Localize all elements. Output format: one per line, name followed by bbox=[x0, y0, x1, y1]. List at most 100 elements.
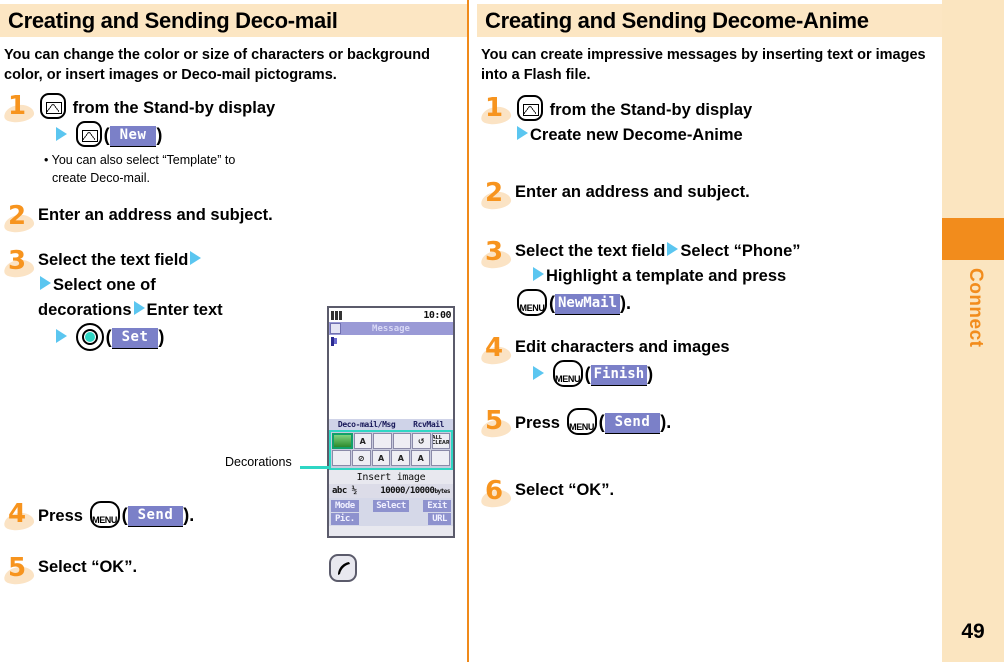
left-step-2: 2 Enter an address and subject. bbox=[0, 201, 467, 235]
right-step-4-body: Edit characters and images MENU(Finish) bbox=[515, 335, 942, 388]
palette-scroll-right-cell[interactable]: A bbox=[411, 450, 431, 466]
step-number-digit: 2 bbox=[8, 201, 27, 231]
left-step-1: 1 from the Stand-by display (New) • You … bbox=[0, 91, 467, 187]
right-step-2-body: Enter an address and subject. bbox=[515, 180, 942, 205]
decorations-callout-label: Decorations bbox=[225, 455, 292, 469]
phone-byte-count: 10000/10000 bbox=[380, 486, 435, 496]
left-heading: Creating and Sending Deco-mail bbox=[8, 7, 338, 33]
step-3-line-2: Select one of bbox=[53, 276, 156, 294]
softkey-chip-finish[interactable]: Finish bbox=[590, 365, 648, 386]
phone-text-canvas[interactable] bbox=[329, 335, 453, 419]
palette-font-color-cell[interactable]: A bbox=[353, 433, 372, 449]
phone-byte-unit: bytes bbox=[434, 488, 450, 495]
step-3-line-1: Select the text field bbox=[38, 251, 189, 269]
right-step-1: 1 from the Stand-by display Create new D… bbox=[477, 93, 942, 148]
softkey-select[interactable]: Select bbox=[373, 499, 409, 512]
left-step-5-body: Select “OK”. bbox=[38, 555, 467, 580]
phone-status-bar: 10:00 bbox=[329, 308, 453, 322]
text-cursor-secondary bbox=[334, 338, 337, 344]
palette-no-blink-cell[interactable]: ⊘ bbox=[351, 450, 371, 466]
mail-key-icon[interactable] bbox=[40, 93, 66, 119]
palette-scroll-left-cell[interactable]: A bbox=[391, 450, 411, 466]
step-number-badge: 5 bbox=[2, 553, 38, 587]
right-step-3-line-2: Highlight a template and press bbox=[546, 267, 787, 285]
right-step-4-line-1: Edit characters and images bbox=[515, 338, 730, 356]
palette-row-2: ⊘ A A A bbox=[332, 450, 450, 466]
step-number-digit: 4 bbox=[8, 499, 27, 529]
right-step-3-body: Select the text field Select “Phone” High… bbox=[515, 239, 942, 317]
phone-mode-left: Deco-mail/Msg bbox=[337, 420, 396, 429]
softkey-url[interactable]: URL bbox=[428, 512, 451, 525]
left-section-header: Creating and Sending Deco-mail bbox=[0, 4, 467, 37]
step-number-badge: 6 bbox=[479, 476, 515, 510]
center-select-key-icon[interactable] bbox=[75, 323, 104, 351]
right-heading: Creating and Sending Decome-Anime bbox=[485, 7, 869, 33]
column-divider bbox=[467, 0, 469, 662]
phone-softkey-row-2: Pic. URL bbox=[329, 512, 453, 525]
left-column: Creating and Sending Deco-mail You can c… bbox=[0, 0, 467, 662]
step-3-line-3a: decorations bbox=[38, 301, 132, 319]
palette-insert-image-cell[interactable] bbox=[332, 433, 353, 449]
page-number: 49 bbox=[961, 620, 985, 643]
chapter-sidebar: Connect 49 bbox=[942, 0, 1004, 662]
palette-undo-cell[interactable]: ↺ bbox=[412, 433, 431, 449]
step-number-digit: 6 bbox=[485, 476, 504, 506]
right-step-1-text: from the Stand-by display bbox=[549, 101, 753, 119]
step-3-line-3b: Enter text bbox=[146, 301, 223, 319]
right-step-6: 6 Select “OK”. bbox=[477, 476, 942, 510]
left-step-5: 5 Select “OK”. bbox=[0, 553, 467, 587]
phone-screen-mockup: 10:00 Message Deco-mail/Msg RcvMail A ↺ … bbox=[327, 306, 455, 538]
right-section-header: Creating and Sending Decome-Anime bbox=[477, 4, 942, 37]
phone-softkey-row-1: Mode Select Exit bbox=[329, 499, 453, 512]
note-line-2: create Deco-mail. bbox=[52, 171, 150, 185]
right-step-3: 3 Select the text field Select “Phone” Hi… bbox=[477, 237, 942, 317]
right-step-2: 2 Enter an address and subject. bbox=[477, 178, 942, 212]
decoration-palette[interactable]: A ↺ ALL CLEAR ⊘ A A A bbox=[329, 430, 453, 470]
right-step-5-body: Press MENU(Send). bbox=[515, 408, 942, 436]
palette-all-clear-cell[interactable]: ALL CLEAR bbox=[431, 433, 450, 449]
blue-triangle-arrow-icon bbox=[133, 301, 145, 315]
sidebar-chapter-label: Connect bbox=[965, 268, 986, 348]
phone-input-mode: abc ½ bbox=[332, 486, 357, 496]
blue-triangle-arrow-icon bbox=[533, 267, 544, 281]
softkey-pic[interactable]: Pic. bbox=[331, 512, 359, 525]
right-step-3-line-1b: Select “Phone” bbox=[680, 242, 801, 260]
step-number-badge: 1 bbox=[479, 93, 515, 127]
right-step-1-line-2: Create new Decome-Anime bbox=[530, 126, 743, 144]
right-step-5-prefix: Press bbox=[515, 414, 560, 432]
menu-key-icon[interactable]: MENU bbox=[517, 289, 547, 316]
right-step-4: 4 Edit characters and images MENU(Finish… bbox=[477, 333, 942, 388]
palette-background-color-cell[interactable] bbox=[373, 433, 392, 449]
step-number-badge: 1 bbox=[2, 91, 38, 125]
step-number-badge: 2 bbox=[2, 201, 38, 235]
menu-key-icon[interactable]: MENU bbox=[552, 360, 583, 387]
menu-key-icon[interactable]: MENU bbox=[89, 501, 120, 528]
step-number-digit: 3 bbox=[8, 246, 27, 276]
phone-mode-right: RcvMail bbox=[413, 420, 445, 429]
softkey-chip-set[interactable]: Set bbox=[111, 328, 159, 349]
step-number-digit: 1 bbox=[485, 93, 504, 123]
softkey-chip-send[interactable]: Send bbox=[604, 413, 661, 434]
menu-key-icon[interactable]: MENU bbox=[566, 408, 597, 435]
mail-key-icon[interactable] bbox=[75, 121, 102, 147]
softkey-chip-newmail[interactable]: NewMail bbox=[555, 294, 621, 315]
softkey-chip-new[interactable]: New bbox=[109, 126, 157, 147]
softkey-chip-send[interactable]: Send bbox=[127, 506, 184, 527]
palette-font-size-cell[interactable]: A bbox=[371, 450, 391, 466]
palette-align-cell[interactable] bbox=[392, 433, 411, 449]
right-intro-text: You can create impressive messages by in… bbox=[481, 47, 926, 83]
softkey-exit[interactable]: Exit bbox=[423, 499, 451, 512]
sidebar-active-tab[interactable] bbox=[942, 218, 1004, 260]
blue-triangle-arrow-icon bbox=[517, 126, 528, 140]
softkey-mode[interactable]: Mode bbox=[331, 499, 359, 512]
right-step-3-suffix: ). bbox=[620, 293, 632, 313]
palette-insert-line-cell[interactable] bbox=[332, 450, 351, 466]
step-number-badge: 3 bbox=[479, 237, 515, 271]
palette-pictogram-cell[interactable] bbox=[431, 450, 450, 466]
step-number-digit: 5 bbox=[485, 406, 504, 436]
phone-caption: Insert image bbox=[329, 470, 453, 484]
step-number-digit: 4 bbox=[485, 333, 504, 363]
mail-key-icon[interactable] bbox=[517, 95, 543, 121]
step-number-badge: 4 bbox=[479, 333, 515, 367]
step-1-text: from the Stand-by display bbox=[72, 99, 276, 117]
